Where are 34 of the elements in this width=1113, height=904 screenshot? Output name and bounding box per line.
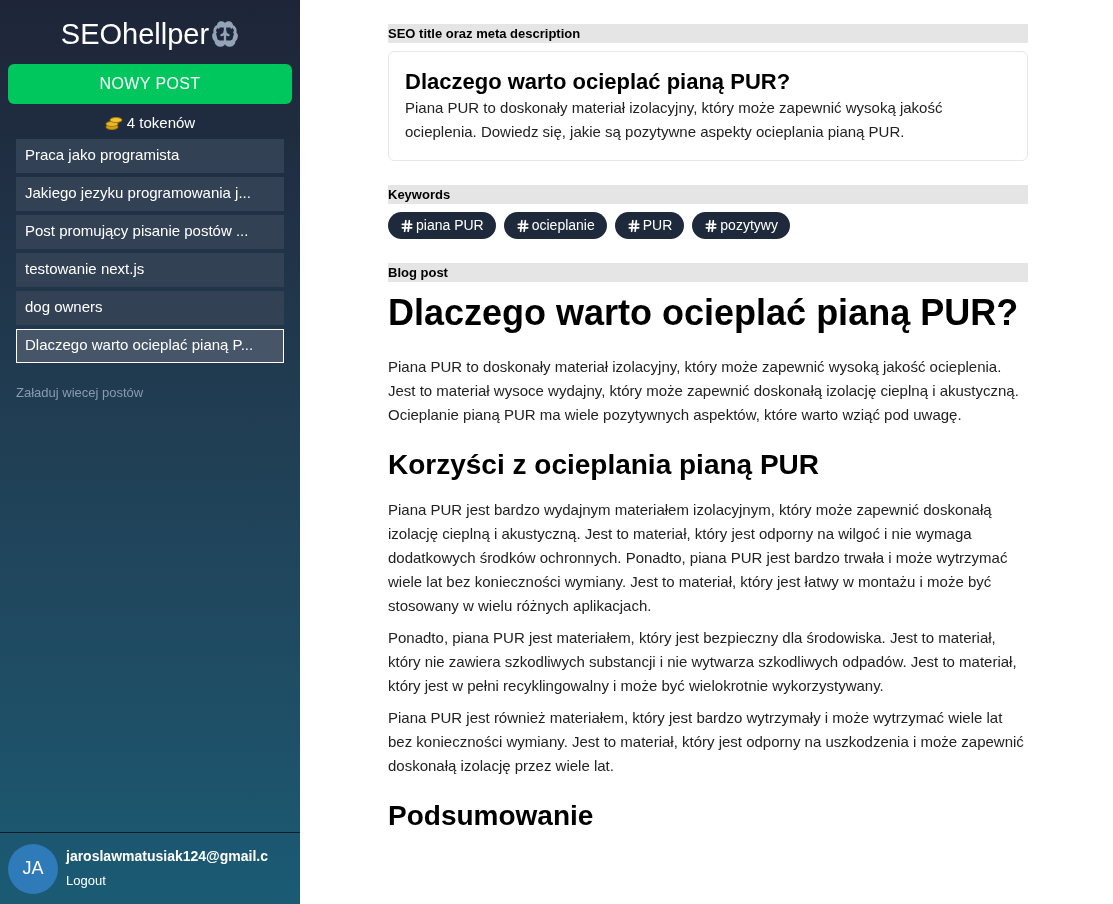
paragraph: Piana PUR to doskonały materiał izolacyjny, który może zapewnić wysoką jakość ocieplenia. Jest to materiał wysoce wydajny, który może zapewnić doskonałą izolację cieplną i akustyczną. Ocieplanie pianą PUR ma wiele pozytywnych aspektów, które warto wziąć pod uwagę. <box>388 357 1020 425</box>
paragraph: Piana PUR jest również materiałem, który jest bardzo wytrzymały i może wytrzymać wiele lat bez konieczności wymiany. Jest to materiał, który jest odporny na uszkodzenia i może zapewnić doskonałą izolację przez wiele lat. <box>388 708 1025 776</box>
post-item[interactable]: Dlaczego warto ocieplać pianą P... <box>16 328 284 363</box>
load-more-link[interactable]: Załaduj wiecej postów <box>8 382 292 402</box>
post-item[interactable]: testowanie next.js <box>16 252 284 287</box>
keyword-tag: ocieplanie <box>503 212 607 239</box>
keyword-tag: pozytywy <box>692 212 790 239</box>
coins-icon <box>104 115 123 132</box>
avatar: JA <box>8 843 58 894</box>
seo-title: Dlaczego warto ocieplać pianą PUR? <box>405 68 792 96</box>
post-item[interactable]: dog owners <box>16 290 284 325</box>
paragraph: Piana PUR jest bardzo wydajnym materiałem izolacyjnym, który może zapewnić doskonałą izolację cieplną i akustyczną. Jest to materiał, który jest odporny na wilgoć i nie wymaga dodatkowych środków ochronnych. Ponadto, piana PUR jest bardzo trwała i może wytrzymać wiele lat bez konieczności wymiany. Jest to materiał, który jest łatwy w montażu i może być stosowany w wielu różnych aplikacjach. <box>388 500 1009 616</box>
user-email: jaroslawmatusiak124@gmail.c <box>66 847 268 867</box>
section-label: Blog post <box>388 263 1028 282</box>
meta-description: Piana PUR to doskonały materiał izolacyjny, który może zapewnić wysoką jakość ocieplenia. Dowiedz się, jakie są pozytywne aspekty ocieplania pianą PUR. <box>405 98 944 142</box>
logout-link[interactable]: Logout <box>66 871 268 891</box>
section-label: Keywords <box>388 185 1028 204</box>
keyword-tag: PUR <box>614 212 685 239</box>
hash-icon <box>400 218 414 233</box>
brain-icon <box>211 20 240 48</box>
hash-icon <box>515 218 530 233</box>
paragraph: Ponadto, piana PUR jest materiałem, który jest bezpieczny dla środowiska. Jest to materiał, który nie zawiera szkodliwych substancji i nie wytwarza szkodliwych odpadów. Jest to materiał, który jest w pełni recyklingowalny i może być wielokrotnie wykorzystywany. <box>388 628 1018 696</box>
hash-icon <box>626 218 641 233</box>
post-item[interactable]: Jakiego jezyku programowania j... <box>16 176 284 211</box>
section-heading: Korzyści z ocieplania pianą PUR <box>388 448 821 482</box>
token-count: 4 tokenów <box>126 113 196 133</box>
post-heading: Dlaczego warto ocieplać pianą PUR? <box>388 291 1020 335</box>
section-heading: Podsumowanie <box>388 799 595 833</box>
hash-icon <box>704 218 719 233</box>
post-item[interactable]: Post promujący pisanie postów ... <box>16 214 284 249</box>
post-item[interactable]: Praca jako programista <box>16 138 284 173</box>
keyword-tag: piana PUR <box>388 212 496 239</box>
section-label: SEO title oraz meta description <box>388 24 1028 43</box>
logo-text: SEOhellper <box>60 17 210 52</box>
